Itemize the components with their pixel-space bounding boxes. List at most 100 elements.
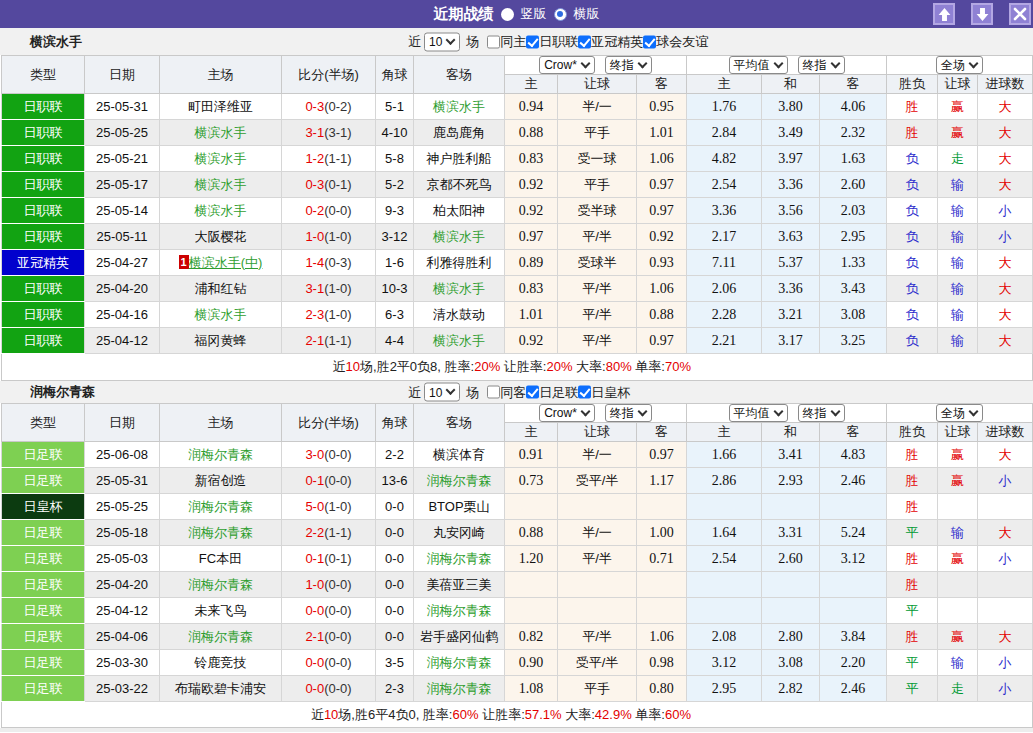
scope-select[interactable]: 全场 bbox=[936, 404, 983, 422]
average-select[interactable]: 平均值 bbox=[729, 56, 788, 74]
away-team-link[interactable]: 横滨体育 bbox=[433, 447, 485, 462]
away-team-cell: 横滨水手 bbox=[414, 328, 505, 354]
away-team-link[interactable]: 润梅尔青森 bbox=[427, 551, 492, 566]
home-team-link[interactable]: 润梅尔青森 bbox=[188, 577, 253, 592]
close-button[interactable] bbox=[1009, 3, 1031, 25]
away-team-link[interactable]: 鹿岛鹿角 bbox=[433, 125, 485, 140]
result-handicap: 输 bbox=[938, 650, 978, 676]
home-team-link[interactable]: 福冈黄蜂 bbox=[195, 333, 247, 348]
avg-home: 2.84 bbox=[687, 120, 762, 146]
home-team-link[interactable]: 润梅尔青森 bbox=[188, 499, 253, 514]
odds-select-group: 全场 bbox=[887, 56, 1032, 74]
odds-home: 0.91 bbox=[505, 442, 558, 468]
away-team-link[interactable]: 润梅尔青森 bbox=[427, 655, 492, 670]
league-filter-checkbox[interactable] bbox=[578, 35, 591, 48]
away-team-link[interactable]: 柏太阳神 bbox=[433, 203, 485, 218]
bookmaker-select-final[interactable]: 终指 bbox=[605, 56, 652, 74]
up-button[interactable] bbox=[933, 3, 955, 25]
home-team-link[interactable]: 新宿创造 bbox=[195, 473, 247, 488]
away-team-cell: 鹿岛鹿角 bbox=[414, 120, 505, 146]
home-team-link[interactable]: 横滨水手 bbox=[195, 177, 247, 192]
away-team-link[interactable]: 京都不死鸟 bbox=[427, 177, 492, 192]
away-team-link[interactable]: 横滨水手 bbox=[433, 333, 485, 348]
league-filter-label: 日皇杯 bbox=[591, 383, 630, 401]
away-team-link[interactable]: 美蓓亚三美 bbox=[427, 577, 492, 592]
fulltime-score: 1-4 bbox=[305, 255, 324, 270]
away-team-link[interactable]: 横滨水手 bbox=[433, 99, 485, 114]
home-team-link[interactable]: 横滨水手(中) bbox=[189, 255, 263, 270]
average-select-final[interactable]: 终指 bbox=[798, 56, 845, 74]
layout-radio-selected[interactable] bbox=[554, 8, 567, 21]
home-team-link[interactable]: 大阪樱花 bbox=[195, 229, 247, 244]
away-team-link[interactable]: 横滨水手 bbox=[433, 229, 485, 244]
bookmaker-select-final[interactable]: 终指 bbox=[605, 404, 652, 422]
column-header: 客场 bbox=[414, 404, 505, 442]
away-team-link[interactable]: 润梅尔青森 bbox=[427, 681, 492, 696]
games-count-select[interactable]: 10 bbox=[424, 383, 460, 402]
result-handicap: 赢 bbox=[938, 94, 978, 120]
away-team-link[interactable]: 润梅尔青森 bbox=[427, 603, 492, 618]
average-select-final-value: 终指 bbox=[803, 57, 827, 74]
bookmaker-select[interactable]: Crow* bbox=[539, 404, 595, 422]
same-venue-checkbox[interactable] bbox=[487, 35, 500, 48]
chevron-down-icon bbox=[637, 406, 647, 416]
average-select-final[interactable]: 终指 bbox=[798, 404, 845, 422]
away-team-link[interactable]: 岩手盛冈仙鹤 bbox=[420, 629, 498, 644]
home-team-link[interactable]: 横滨水手 bbox=[195, 151, 247, 166]
home-team-cell: 1横滨水手(中) bbox=[160, 250, 282, 276]
result-handicap: 输 bbox=[938, 250, 978, 276]
avg-draw: 3.80 bbox=[762, 94, 820, 120]
odds-group-header: 平均值终指 bbox=[687, 404, 887, 423]
home-team-link[interactable]: 布瑞欧碧卡浦安 bbox=[175, 681, 266, 696]
summary-part: 近 bbox=[333, 359, 346, 374]
away-team-link[interactable]: 润梅尔青森 bbox=[427, 473, 492, 488]
titlebar: 近期战绩 竖版横版 bbox=[0, 0, 1033, 28]
score-cell: 0-0(0-0) bbox=[282, 598, 376, 624]
avg-away bbox=[820, 598, 887, 624]
home-team-link[interactable]: 润梅尔青森 bbox=[188, 525, 253, 540]
home-team-link[interactable]: 润梅尔青森 bbox=[188, 447, 253, 462]
home-team-link[interactable]: 铃鹿竞技 bbox=[195, 655, 247, 670]
avg-away: 3.08 bbox=[820, 302, 887, 328]
games-count-select[interactable]: 10 bbox=[424, 32, 460, 51]
layout-radio-unselected[interactable] bbox=[501, 8, 514, 21]
league-type-cell: 日职联 bbox=[2, 224, 85, 250]
league-filter-checkbox[interactable] bbox=[578, 386, 591, 399]
home-team-link[interactable]: 浦和红钻 bbox=[195, 281, 247, 296]
odds-away bbox=[637, 598, 687, 624]
odds-handicap: 受平/半 bbox=[558, 650, 637, 676]
away-team-link[interactable]: BTOP栗山 bbox=[428, 499, 489, 514]
result-outcome: 平 bbox=[887, 676, 938, 702]
league-filter-checkbox[interactable] bbox=[643, 35, 656, 48]
away-team-link[interactable]: 丸安冈崎 bbox=[433, 525, 485, 540]
odds-handicap: 平/半 bbox=[558, 624, 637, 650]
home-team-link[interactable]: 町田泽维亚 bbox=[188, 99, 253, 114]
league-filter-checkbox[interactable] bbox=[526, 35, 539, 48]
score-cell: 1-0(1-0) bbox=[282, 224, 376, 250]
away-team-link[interactable]: 神户胜利船 bbox=[427, 151, 492, 166]
subcolumn-header: 客 bbox=[637, 75, 687, 94]
home-team-link[interactable]: 润梅尔青森 bbox=[188, 629, 253, 644]
away-team-link[interactable]: 横滨水手 bbox=[433, 281, 485, 296]
league-type-cell: 日职联 bbox=[2, 328, 85, 354]
odds-home: 0.82 bbox=[505, 624, 558, 650]
away-team-link[interactable]: 利雅得胜利 bbox=[427, 255, 492, 270]
average-select[interactable]: 平均值 bbox=[729, 404, 788, 422]
home-team-link[interactable]: 横滨水手 bbox=[195, 203, 247, 218]
scope-select[interactable]: 全场 bbox=[936, 56, 983, 74]
score-cell: 5-0(1-0) bbox=[282, 494, 376, 520]
home-team-link[interactable]: 横滨水手 bbox=[195, 125, 247, 140]
odds-away: 1.17 bbox=[637, 468, 687, 494]
same-venue-checkbox[interactable] bbox=[487, 386, 500, 399]
home-team-link[interactable]: 未来飞鸟 bbox=[195, 603, 247, 618]
avg-home bbox=[687, 572, 762, 598]
league-filter-checkbox[interactable] bbox=[526, 386, 539, 399]
home-team-link[interactable]: 横滨水手 bbox=[195, 307, 247, 322]
home-team-link[interactable]: FC本田 bbox=[199, 551, 242, 566]
down-button[interactable] bbox=[971, 3, 993, 25]
halftime-score: (3-1) bbox=[324, 125, 351, 140]
odds-away: 0.97 bbox=[637, 198, 687, 224]
result-goals: 小 bbox=[978, 198, 1033, 224]
away-team-link[interactable]: 清水鼓动 bbox=[433, 307, 485, 322]
bookmaker-select[interactable]: Crow* bbox=[539, 56, 595, 74]
